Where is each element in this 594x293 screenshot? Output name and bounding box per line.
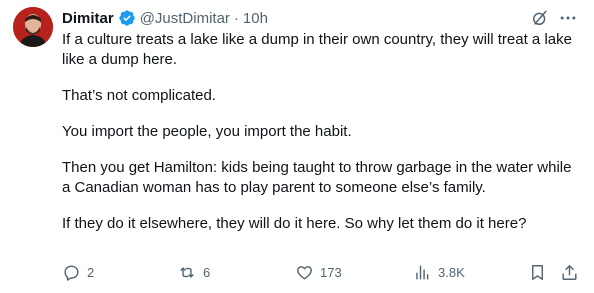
tweet-timestamp[interactable]: 10h	[243, 10, 268, 27]
separator-dot: ·	[233, 9, 239, 27]
tweet-action-bar: 2 6 173 3.8K	[62, 262, 582, 282]
reply-icon	[64, 264, 79, 281]
tweet-card[interactable]: Dimitar @JustDimitar · 10h If a culture …	[0, 0, 594, 293]
like-button[interactable]: 173	[295, 262, 342, 282]
like-icon	[297, 265, 312, 280]
tweet-paragraph: Then you get Hamilton: kids being taught…	[62, 159, 572, 196]
tweet-text: If a culture treats a lake like a dump i…	[62, 30, 578, 234]
retweet-icon	[180, 266, 194, 278]
bookmark-icon	[532, 264, 543, 280]
tweet-paragraph: That’s not complicated.	[62, 87, 216, 104]
verified-badge-icon[interactable]	[118, 9, 136, 27]
views-button[interactable]: 3.8K	[413, 262, 465, 282]
retweet-button[interactable]: 6	[177, 262, 210, 282]
share-button[interactable]	[560, 262, 579, 282]
share-icon	[562, 264, 577, 280]
like-count: 173	[320, 264, 342, 280]
tweet-top-actions	[530, 8, 578, 28]
author-name[interactable]: Dimitar	[62, 10, 114, 27]
reply-count: 2	[87, 264, 95, 280]
tweet-header: Dimitar @JustDimitar · 10h	[62, 7, 268, 29]
avatar-image	[13, 7, 53, 47]
retweet-count: 6	[203, 264, 211, 280]
more-options-icon[interactable]	[558, 8, 578, 28]
tweet-paragraph: You import the people, you import the ha…	[62, 123, 352, 140]
bookmark-button[interactable]	[528, 262, 547, 282]
grok-icon[interactable]	[530, 8, 550, 28]
tweet-paragraph: If they do it elsewhere, they will do it…	[62, 215, 527, 232]
views-icon	[416, 264, 429, 280]
tweet-paragraph: If a culture treats a lake like a dump i…	[62, 31, 572, 68]
author-handle[interactable]: @JustDimitar	[140, 10, 230, 27]
reply-button[interactable]: 2	[62, 262, 94, 282]
avatar[interactable]	[13, 7, 53, 47]
views-count: 3.8K	[438, 264, 465, 280]
